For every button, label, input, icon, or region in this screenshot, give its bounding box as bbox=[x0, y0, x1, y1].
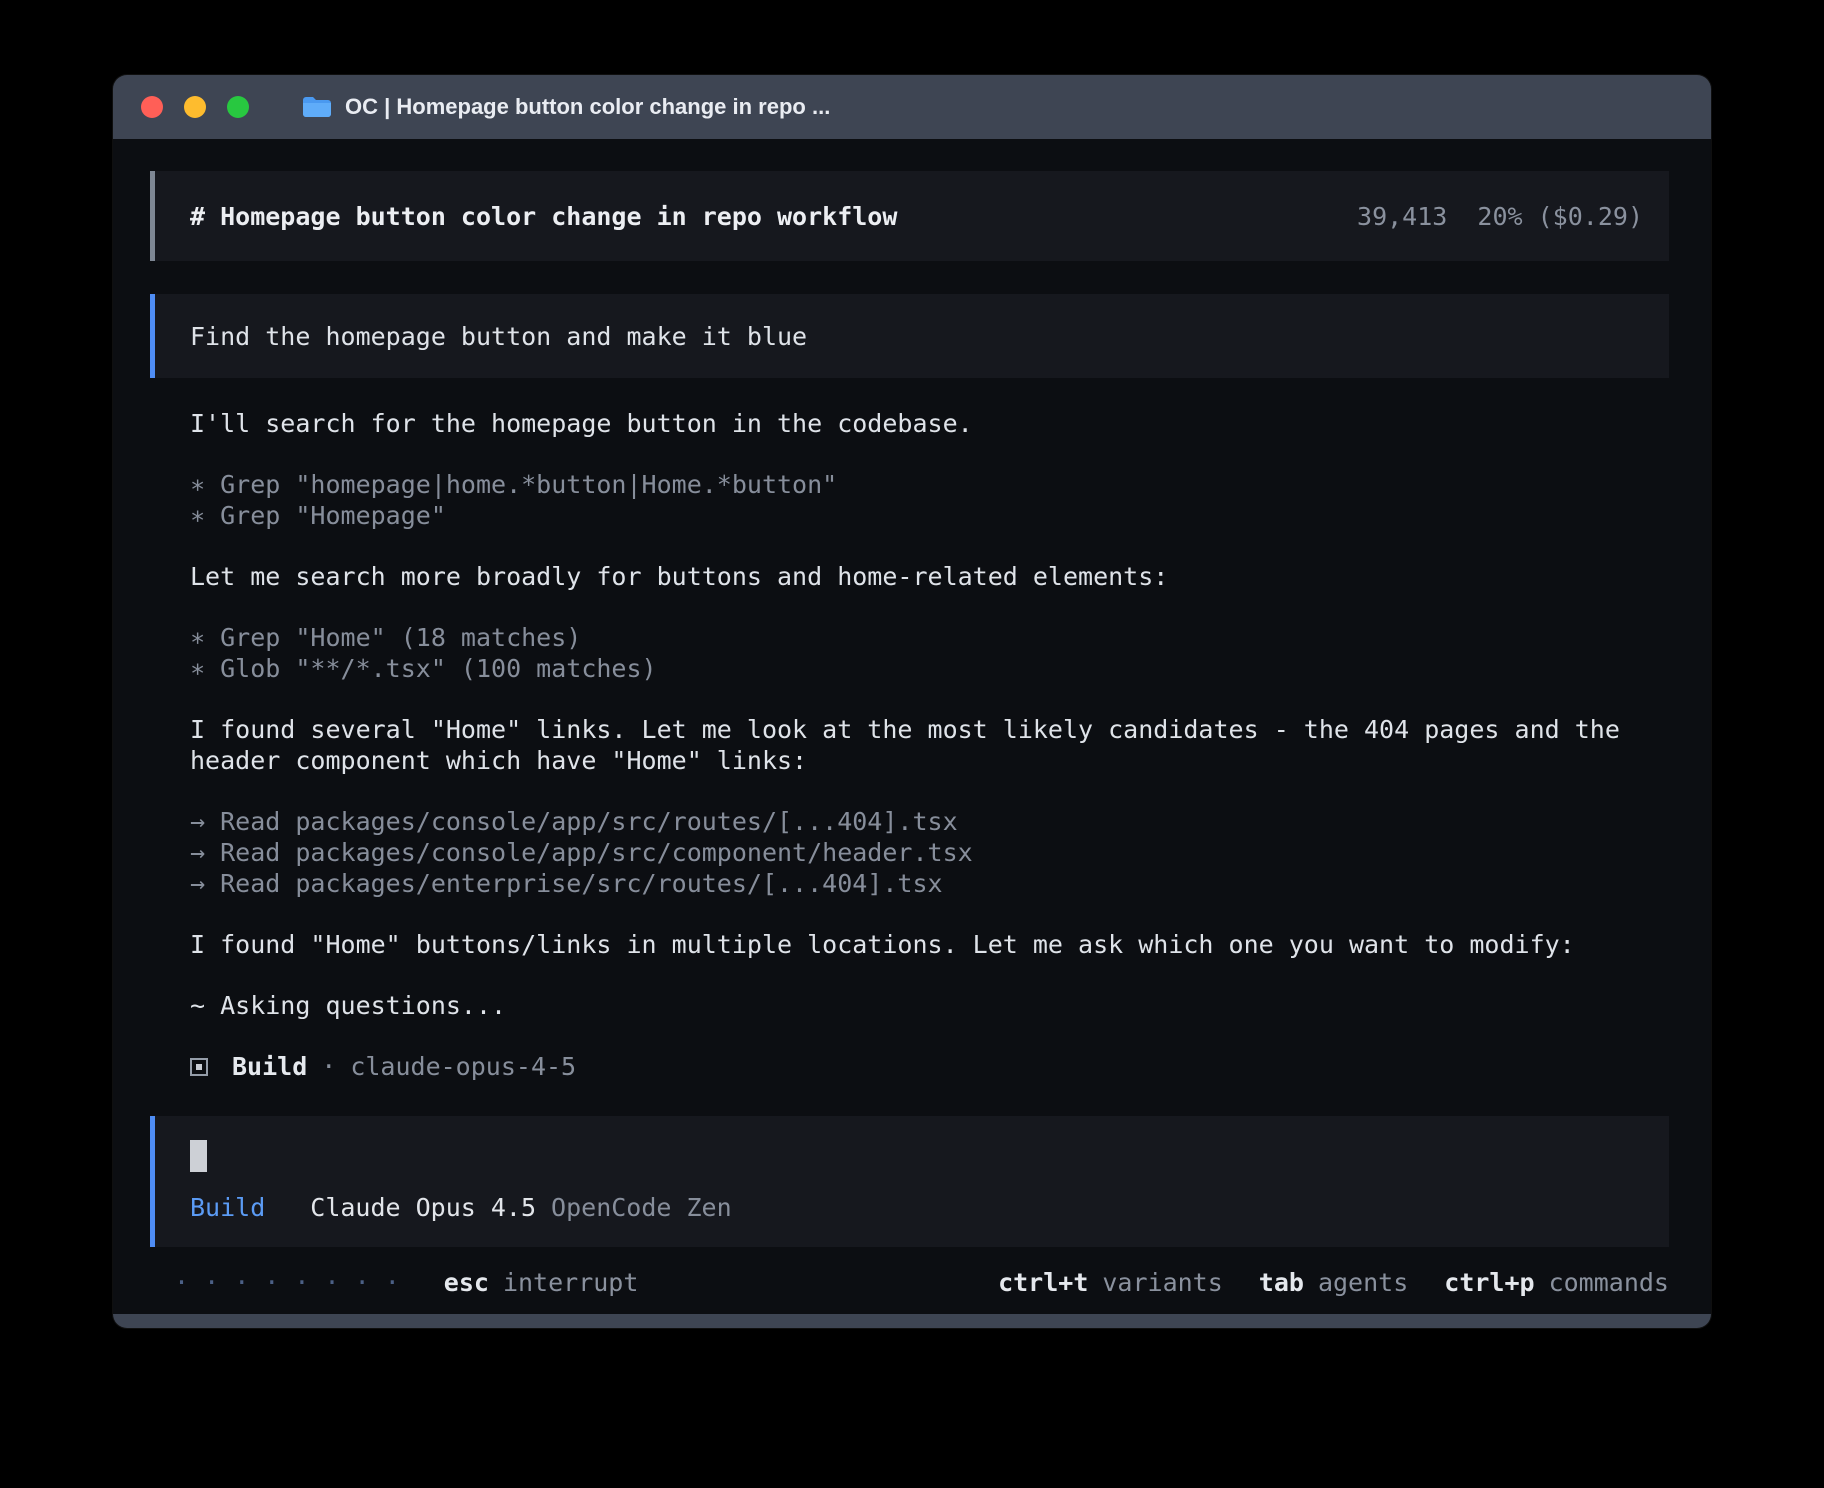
hint-key: ctrl+t bbox=[998, 1267, 1088, 1298]
tool-call-read: → Read packages/console/app/src/routes/[… bbox=[150, 806, 1669, 837]
assistant-text: I'll search for the homepage button in t… bbox=[150, 408, 1669, 439]
spinner-dots: · · · · · · · · bbox=[174, 1267, 400, 1298]
hint-variants: ctrl+t variants bbox=[998, 1267, 1223, 1298]
input-model-provider: OpenCode Zen bbox=[551, 1192, 732, 1223]
hint-label: commands bbox=[1549, 1267, 1669, 1298]
maximize-button[interactable] bbox=[227, 96, 249, 118]
hint-label: interrupt bbox=[503, 1267, 638, 1298]
terminal-content: # Homepage button color change in repo w… bbox=[113, 139, 1711, 1314]
model-info-row: Build Claude Opus 4.5 OpenCode Zen bbox=[190, 1192, 1643, 1223]
assistant-text: I found "Home" buttons/links in multiple… bbox=[150, 929, 1669, 960]
user-message-text: Find the homepage button and make it blu… bbox=[190, 321, 807, 352]
tool-call-group: → Read packages/console/app/src/routes/[… bbox=[150, 806, 1669, 899]
hint-key: esc bbox=[444, 1267, 489, 1298]
status-bar: · · · · · · · · esc interrupt ctrl+t var… bbox=[150, 1267, 1669, 1298]
prompt-input[interactable]: Build Claude Opus 4.5 OpenCode Zen bbox=[150, 1116, 1669, 1247]
hint-agents: tab agents bbox=[1259, 1267, 1408, 1298]
agent-separator: · bbox=[321, 1051, 336, 1082]
tool-call-grep: ∗ Grep "homepage|home.*button|Home.*butt… bbox=[150, 469, 1669, 500]
terminal-window: OC | Homepage button color change in rep… bbox=[113, 75, 1711, 1328]
window-title-group: OC | Homepage button color change in rep… bbox=[301, 94, 830, 120]
text-cursor bbox=[190, 1140, 207, 1172]
tool-call-read: → Read packages/enterprise/src/routes/[.… bbox=[150, 868, 1669, 899]
agent-name: Build bbox=[232, 1051, 307, 1082]
hint-interrupt: esc interrupt bbox=[444, 1267, 639, 1298]
hint-label: variants bbox=[1102, 1267, 1222, 1298]
hint-label: agents bbox=[1318, 1267, 1408, 1298]
window-title: OC | Homepage button color change in rep… bbox=[345, 94, 830, 120]
tool-call-grep: ∗ Grep "Homepage" bbox=[150, 500, 1669, 531]
tool-call-group: ∗ Grep "Home" (18 matches) ∗ Glob "**/*.… bbox=[150, 622, 1669, 684]
status-bar-right: ctrl+t variants tab agents ctrl+p comman… bbox=[998, 1267, 1669, 1298]
agent-icon bbox=[190, 1058, 208, 1076]
agent-status-line: Build · claude-opus-4-5 bbox=[150, 1051, 1669, 1082]
session-header: # Homepage button color change in repo w… bbox=[150, 171, 1669, 261]
tool-call-read: → Read packages/console/app/src/componen… bbox=[150, 837, 1669, 868]
minimize-button[interactable] bbox=[184, 96, 206, 118]
session-title: # Homepage button color change in repo w… bbox=[190, 201, 897, 232]
asking-questions-status: ~ Asking questions... bbox=[150, 990, 1669, 1021]
close-button[interactable] bbox=[141, 96, 163, 118]
hint-commands: ctrl+p commands bbox=[1444, 1267, 1669, 1298]
assistant-text: Let me search more broadly for buttons a… bbox=[150, 561, 1669, 592]
user-message: Find the homepage button and make it blu… bbox=[150, 294, 1669, 378]
input-agent-mode[interactable]: Build bbox=[190, 1192, 265, 1223]
tool-call-group: ∗ Grep "homepage|home.*button|Home.*butt… bbox=[150, 469, 1669, 531]
assistant-text: I found several "Home" links. Let me loo… bbox=[150, 714, 1669, 776]
session-stats: 39,413 20% ($0.29) bbox=[1357, 201, 1643, 232]
hint-key: tab bbox=[1259, 1267, 1304, 1298]
folder-icon bbox=[301, 95, 331, 119]
input-model-name: Claude Opus 4.5 bbox=[310, 1192, 536, 1223]
window-titlebar[interactable]: OC | Homepage button color change in rep… bbox=[113, 75, 1711, 139]
status-bar-left: · · · · · · · · esc interrupt bbox=[174, 1267, 638, 1298]
tool-call-glob: ∗ Glob "**/*.tsx" (100 matches) bbox=[150, 653, 1669, 684]
window-controls bbox=[141, 96, 249, 118]
tool-call-grep: ∗ Grep "Home" (18 matches) bbox=[150, 622, 1669, 653]
hint-key: ctrl+p bbox=[1444, 1267, 1534, 1298]
agent-model: claude-opus-4-5 bbox=[350, 1051, 576, 1082]
